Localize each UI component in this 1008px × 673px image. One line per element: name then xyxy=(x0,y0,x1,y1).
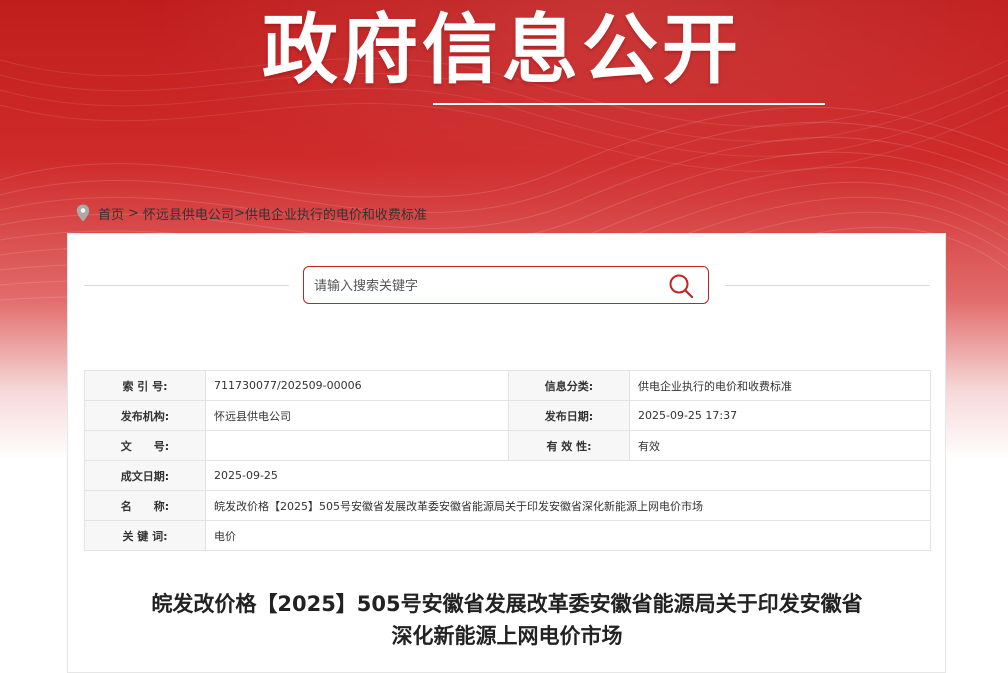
search-input[interactable] xyxy=(312,267,656,305)
index-number-label: 索 引 号: xyxy=(84,370,206,401)
keywords-label: 关 键 词: xyxy=(84,520,206,551)
publish-date-value: 2025-09-25 17:37 xyxy=(629,400,931,431)
breadcrumb-current[interactable]: 供电企业执行的电价和收费标准 xyxy=(245,204,427,223)
table-row: 索 引 号: 711730077/202509-00006 信息分类: 供电企业… xyxy=(84,370,931,401)
page-title: 政府信息公开 xyxy=(262,5,742,94)
table-row: 文 号: 有 效 性: 有效 xyxy=(84,430,931,461)
publish-date-label: 发布日期: xyxy=(508,400,630,431)
location-pin-icon xyxy=(76,204,90,222)
divider-right xyxy=(725,285,930,286)
name-value: 皖发改价格【2025】505号安徽省发展改革委安徽省能源局关于印发安徽省深化新能… xyxy=(205,490,931,521)
validity-label: 有 效 性: xyxy=(508,430,630,461)
validity-value: 有效 xyxy=(629,430,931,461)
document-title: 皖发改价格【2025】505号安徽省发展改革委安徽省能源局关于印发安徽省 深化新… xyxy=(84,588,930,652)
category-value: 供电企业执行的电价和收费标准 xyxy=(629,370,931,401)
search-box xyxy=(303,266,709,305)
document-title-line2: 深化新能源上网电价市场 xyxy=(391,624,623,648)
category-label: 信息分类: xyxy=(508,370,630,401)
table-row: 成文日期: 2025-09-25 xyxy=(84,460,931,491)
breadcrumb-home[interactable]: 首页 xyxy=(98,204,124,223)
title-underline xyxy=(433,103,825,105)
table-row: 关 键 词: 电价 xyxy=(84,520,931,551)
document-number-value xyxy=(205,430,509,461)
publisher-value: 怀远县供电公司 xyxy=(205,400,509,431)
created-date-value: 2025-09-25 xyxy=(205,460,931,491)
publisher-label: 发布机构: xyxy=(84,400,206,431)
breadcrumb-separator: > xyxy=(128,205,139,221)
created-date-label: 成文日期: xyxy=(84,460,206,491)
keywords-value: 电价 xyxy=(205,520,931,551)
document-info-table: 索 引 号: 711730077/202509-00006 信息分类: 供电企业… xyxy=(84,370,931,551)
document-number-label: 文 号: xyxy=(84,430,206,461)
search-icon[interactable] xyxy=(668,273,694,299)
index-number-value: 711730077/202509-00006 xyxy=(205,370,509,401)
document-title-line1: 皖发改价格【2025】505号安徽省发展改革委安徽省能源局关于印发安徽省 xyxy=(151,592,863,616)
table-row: 发布机构: 怀远县供电公司 发布日期: 2025-09-25 17:37 xyxy=(84,400,931,431)
breadcrumb: 首页 > 怀远县供电公司 > 供电企业执行的电价和收费标准 xyxy=(76,203,427,223)
breadcrumb-separator: > xyxy=(233,205,245,221)
table-row: 名 称: 皖发改价格【2025】505号安徽省发展改革委安徽省能源局关于印发安徽… xyxy=(84,490,931,521)
breadcrumb-company[interactable]: 怀远县供电公司 xyxy=(143,204,234,223)
name-label: 名 称: xyxy=(84,490,206,521)
divider-left xyxy=(84,285,289,286)
